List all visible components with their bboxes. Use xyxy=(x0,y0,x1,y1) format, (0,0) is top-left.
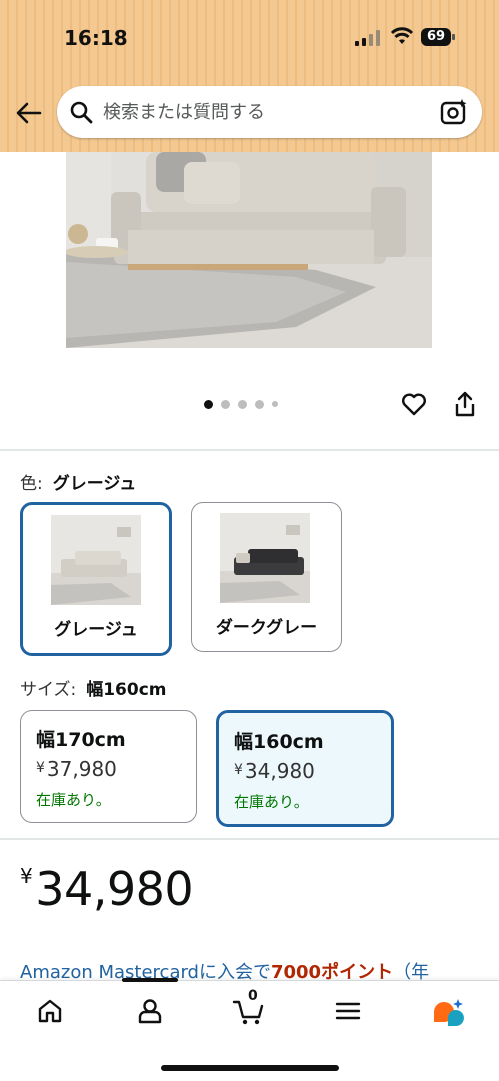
color-label-row: 色: グレージュ xyxy=(20,469,136,494)
product-image[interactable] xyxy=(66,152,432,348)
search-bar[interactable] xyxy=(57,86,482,138)
color-selected-value: グレージュ xyxy=(52,474,137,494)
app-header: 16:18 69 xyxy=(0,0,499,152)
home-icon[interactable] xyxy=(35,996,65,1026)
size-selected-value: 幅160cm xyxy=(86,680,167,700)
swatch-thumbnail xyxy=(220,513,310,603)
size-option-price: ¥34,980 xyxy=(234,759,315,783)
size-option-160cm[interactable]: 幅160cm ¥34,980 在庫あり。 xyxy=(216,710,394,827)
size-option-size: 幅170cm xyxy=(36,729,126,751)
swatch-name: ダークグレー xyxy=(215,618,318,638)
size-label-row: サイズ: 幅160cm xyxy=(20,675,167,700)
search-input[interactable] xyxy=(103,98,423,126)
color-label: 色: xyxy=(20,474,43,494)
battery-icon: 69 xyxy=(421,28,455,46)
status-time: 16:18 xyxy=(64,26,128,50)
size-option-170cm[interactable]: 幅170cm ¥37,980 在庫あり。 xyxy=(20,710,197,823)
carousel-indicator[interactable] xyxy=(204,398,278,410)
home-indicator xyxy=(161,1065,339,1071)
carousel-dot[interactable] xyxy=(238,399,247,409)
carousel-dot[interactable] xyxy=(204,399,213,409)
section-divider xyxy=(0,449,499,451)
carousel-dot[interactable] xyxy=(255,399,264,409)
size-option-stock: 在庫あり。 xyxy=(234,793,309,811)
heart-icon[interactable] xyxy=(401,391,427,417)
camera-sparkle-icon[interactable] xyxy=(440,98,468,126)
swatch-thumbnail xyxy=(51,515,141,605)
cart-count: 0 xyxy=(248,988,258,1004)
swatch-name: グレージュ xyxy=(54,620,138,640)
cellular-signal-icon xyxy=(355,30,380,46)
back-arrow-icon[interactable] xyxy=(14,98,44,128)
wifi-icon xyxy=(390,27,414,44)
product-price: ¥34,980 xyxy=(20,862,194,916)
active-tab-indicator xyxy=(122,978,178,982)
sofa-photo xyxy=(66,152,432,348)
user-icon[interactable] xyxy=(135,996,165,1026)
section-divider xyxy=(0,838,499,840)
color-swatch-greige[interactable]: グレージュ xyxy=(20,502,172,656)
size-option-price: ¥37,980 xyxy=(36,757,117,781)
size-option-stock: 在庫あり。 xyxy=(36,791,111,809)
carousel-dot[interactable] xyxy=(221,399,230,409)
carousel-dot[interactable] xyxy=(272,401,278,407)
battery-level: 69 xyxy=(421,28,451,46)
ai-assistant-icon[interactable] xyxy=(430,996,466,1026)
size-option-size: 幅160cm xyxy=(234,731,324,753)
color-swatch-dark-gray[interactable]: ダークグレー xyxy=(191,502,342,652)
bottom-navigation: 0 xyxy=(0,978,499,1081)
menu-icon[interactable] xyxy=(333,996,363,1026)
search-icon xyxy=(70,101,93,124)
size-label: サイズ: xyxy=(20,680,77,700)
share-icon[interactable] xyxy=(453,390,477,418)
